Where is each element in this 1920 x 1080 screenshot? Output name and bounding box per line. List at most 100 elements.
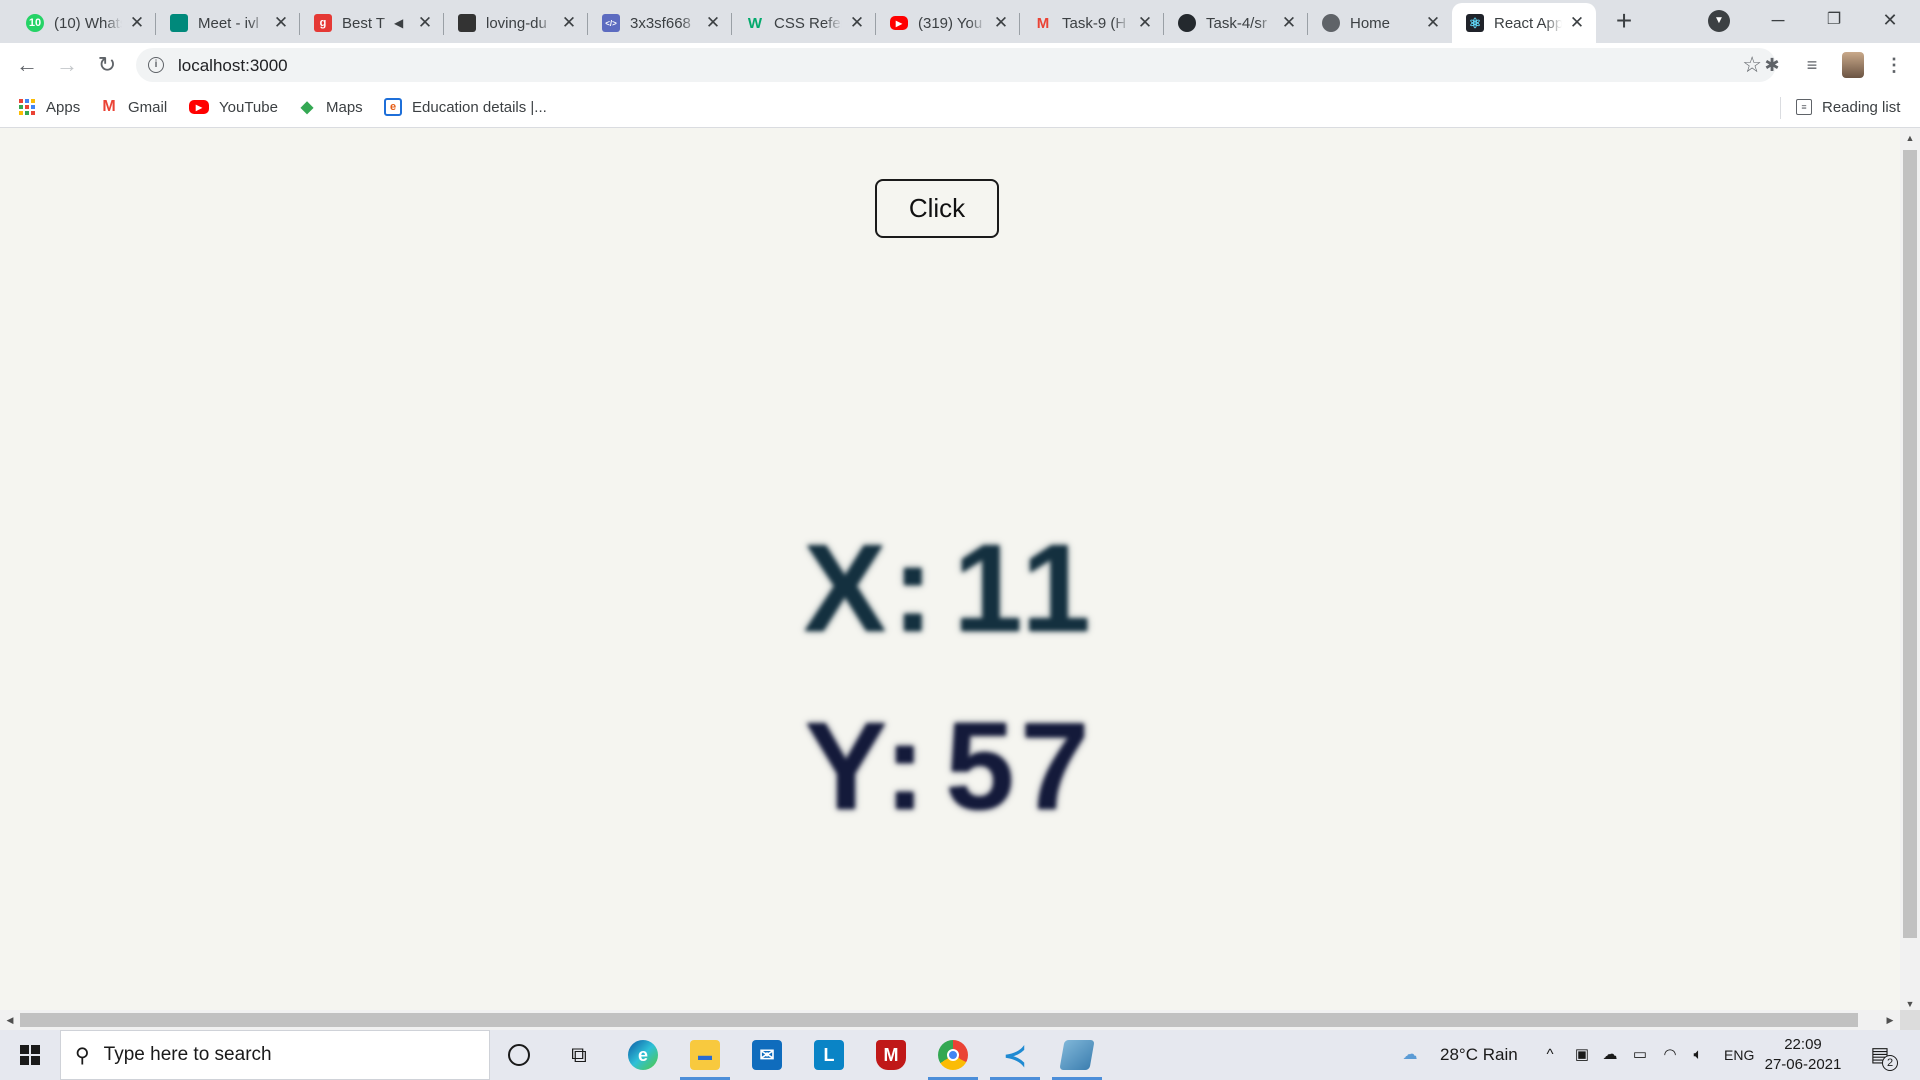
close-icon[interactable]: ✕ xyxy=(416,13,434,33)
bookmark-education[interactable]: e Education details |... xyxy=(384,96,547,118)
restore-icon[interactable]: ❐ xyxy=(1806,0,1862,40)
tab-codesandbox[interactable]: loving-du ✕ xyxy=(444,3,588,43)
bookmark-gmail[interactable]: M Gmail xyxy=(100,96,167,118)
tab-title: Home xyxy=(1350,14,1391,32)
chevron-up-icon[interactable]: ^ xyxy=(1540,1044,1560,1066)
tab-gmail[interactable]: M Task-9 (H ✕ xyxy=(1020,3,1164,43)
taskbar-app-mcafee[interactable]: M xyxy=(862,1030,920,1080)
edge-icon: e xyxy=(628,1040,658,1070)
close-icon[interactable]: ✕ xyxy=(1568,13,1586,33)
scroll-right-arrow-icon[interactable]: ▶ xyxy=(1882,1010,1898,1030)
url-text[interactable]: localhost:3000 xyxy=(178,56,288,76)
info-icon[interactable]: i xyxy=(148,57,164,73)
horizontal-scrollbar[interactable]: ◀ ▶ xyxy=(0,1010,1900,1030)
new-tab-button[interactable]: + xyxy=(1608,6,1640,38)
bookmark-apps[interactable]: Apps xyxy=(18,96,80,118)
horizontal-scroll-thumb[interactable] xyxy=(20,1013,1858,1027)
speaker-icon[interactable]: ◀︎ xyxy=(394,16,410,30)
onedrive-icon[interactable]: ☁ xyxy=(1600,1044,1620,1066)
gaana-icon: g xyxy=(314,14,332,32)
bookmark-maps[interactable]: ◆ Maps xyxy=(298,96,363,118)
bookmark-label: YouTube xyxy=(219,98,278,116)
task-view-icon: ⧉ xyxy=(571,1042,587,1067)
weather-text[interactable]: 28°C Rain xyxy=(1440,1030,1518,1080)
mail-icon: ✉ xyxy=(752,1040,782,1070)
clock-date: 27-06-2021 xyxy=(1764,1056,1842,1073)
taskbar-search-box[interactable]: ⚲ Type here to search xyxy=(60,1030,490,1080)
taskbar-app-chrome[interactable] xyxy=(924,1030,982,1080)
scroll-up-arrow-icon[interactable]: ▲ xyxy=(1900,130,1920,146)
vertical-scrollbar[interactable]: ▲ ▼ xyxy=(1900,128,1920,1014)
chrome-icon xyxy=(938,1040,968,1070)
volume-icon[interactable]: 🔈︎ xyxy=(1688,1044,1708,1066)
code-icon: </> xyxy=(602,14,620,32)
click-button[interactable]: Click xyxy=(875,179,999,238)
github-icon xyxy=(1178,14,1196,32)
vertical-scroll-thumb[interactable] xyxy=(1903,150,1917,938)
extensions-icon[interactable]: ✱ xyxy=(1760,53,1784,77)
tab-code[interactable]: </> 3x3sf668 ✕ xyxy=(588,3,732,43)
tab-w3schools[interactable]: W CSS Refer ✕ xyxy=(732,3,876,43)
scroll-left-arrow-icon[interactable]: ◀ xyxy=(2,1010,18,1030)
language-indicator[interactable]: ENG xyxy=(1724,1030,1754,1080)
task-view-button[interactable]: ⧉ xyxy=(550,1030,608,1080)
education-icon: e xyxy=(384,98,402,116)
taskbar-app-l[interactable]: L xyxy=(800,1030,858,1080)
meet-now-icon[interactable]: ▣ xyxy=(1572,1044,1592,1066)
taskbar-app-vscode[interactable]: ≺ xyxy=(986,1030,1044,1080)
close-icon[interactable]: ✕ xyxy=(992,13,1010,33)
taskbar-app-mail[interactable]: ✉ xyxy=(738,1030,796,1080)
folder-icon: ▬ xyxy=(690,1040,720,1070)
bookmark-label: Gmail xyxy=(128,98,168,116)
close-icon[interactable]: ✕ xyxy=(1424,13,1442,33)
close-icon[interactable]: ✕ xyxy=(848,13,866,33)
close-icon[interactable]: ✕ xyxy=(128,13,146,33)
close-icon[interactable]: ✕ xyxy=(560,13,578,33)
reading-list-label: Reading list xyxy=(1822,98,1901,116)
tab-github[interactable]: Task-4/sr ✕ xyxy=(1164,3,1308,43)
tab-meet[interactable]: Meet - ivl ✕ xyxy=(156,3,300,43)
media-control-icon[interactable]: ≡ xyxy=(1800,53,1824,77)
taskbar-app-other[interactable] xyxy=(1048,1030,1106,1080)
tab-youtube[interactable]: ▶ (319) You ✕ xyxy=(876,3,1020,43)
tab-react-app[interactable]: ⚛ React App ✕ xyxy=(1452,3,1596,43)
close-icon[interactable]: ✕ xyxy=(272,13,290,33)
reload-icon[interactable]: ↻ xyxy=(91,49,123,81)
profile-avatar[interactable] xyxy=(1842,52,1864,78)
tab-gaana[interactable]: g Best T ◀︎ ✕ xyxy=(300,3,444,43)
browser-toolbar: ← → ↻ i localhost:3000 ☆ ✱ ≡ ⋮ xyxy=(0,43,1920,87)
back-arrow-icon[interactable]: ← xyxy=(11,49,43,81)
tab-home[interactable]: Home ✕ xyxy=(1308,3,1452,43)
wifi-icon[interactable]: ◠ xyxy=(1660,1044,1680,1066)
weather-rain-icon[interactable]: ☁ xyxy=(1400,1044,1420,1066)
notification-center-icon[interactable]: ▤ 2 xyxy=(1866,1042,1898,1071)
codesandbox-icon xyxy=(458,14,476,32)
maps-icon: ◆ xyxy=(300,99,314,116)
y-label: Y: xyxy=(804,698,932,836)
clock[interactable]: 22:09 27-06-2021 xyxy=(1760,1035,1846,1075)
minimize-icon[interactable]: ─ xyxy=(1750,0,1806,40)
bookmark-youtube[interactable]: ▶ YouTube xyxy=(189,96,278,118)
start-button[interactable] xyxy=(0,1030,60,1080)
bookmarks-bar: Apps M Gmail ▶ YouTube ◆ Maps e Educatio… xyxy=(0,87,1920,128)
y-value: 57 xyxy=(945,698,1096,836)
tab-whatsapp[interactable]: 10 (10) WhatsApp ✕ xyxy=(12,3,156,43)
close-icon[interactable]: ✕ xyxy=(704,13,722,33)
address-bar[interactable]: i localhost:3000 ☆ xyxy=(136,48,1776,82)
window-close-icon[interactable]: ✕ xyxy=(1862,0,1918,40)
bookmark-label: Education details |... xyxy=(412,98,547,116)
menu-kebab-icon[interactable]: ⋮ xyxy=(1882,53,1906,77)
tab-title: React App xyxy=(1494,14,1562,32)
tab-search-icon[interactable]: ▼ xyxy=(1708,10,1730,32)
reading-list-button[interactable]: ≡ Reading list xyxy=(1796,96,1900,118)
cortana-button[interactable] xyxy=(490,1030,548,1080)
forward-arrow-icon[interactable]: → xyxy=(51,49,83,81)
close-icon[interactable]: ✕ xyxy=(1136,13,1154,33)
close-icon[interactable]: ✕ xyxy=(1280,13,1298,33)
youtube-icon: ▶ xyxy=(890,16,908,30)
taskbar-app-file-explorer[interactable]: ▬ xyxy=(676,1030,734,1080)
battery-icon[interactable]: ▭ xyxy=(1630,1044,1650,1066)
tab-title: Task-9 (H xyxy=(1062,14,1127,32)
taskbar-app-edge[interactable]: e xyxy=(614,1030,672,1080)
gmail-icon: M xyxy=(1036,14,1050,32)
